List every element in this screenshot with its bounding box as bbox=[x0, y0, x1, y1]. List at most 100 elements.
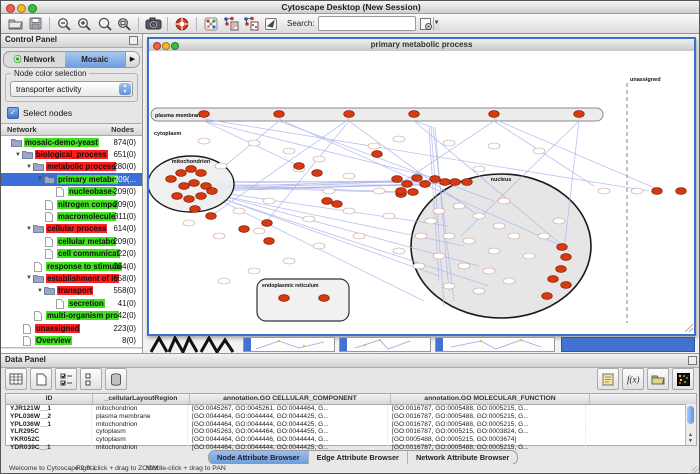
network-node[interactable] bbox=[332, 201, 343, 208]
network-node[interactable] bbox=[676, 188, 687, 195]
network-node[interactable] bbox=[172, 193, 183, 200]
network-node[interactable] bbox=[313, 243, 325, 249]
background-window-titlebar[interactable] bbox=[561, 337, 695, 352]
network-node[interactable] bbox=[262, 220, 273, 227]
tab-network-attribute-browser[interactable]: Network Attribute Browser bbox=[408, 451, 517, 464]
new-attribute-icon[interactable] bbox=[30, 368, 52, 390]
network-node[interactable] bbox=[233, 208, 245, 214]
network-node[interactable] bbox=[443, 233, 455, 239]
network-edge[interactable] bbox=[401, 121, 494, 183]
network-node[interactable] bbox=[458, 263, 470, 269]
tree-row[interactable]: ▼primary metabo209(... bbox=[1, 173, 142, 185]
table-grid-icon[interactable] bbox=[5, 368, 27, 390]
notes-icon[interactable] bbox=[597, 368, 619, 390]
search-field[interactable] bbox=[319, 17, 433, 30]
network-node[interactable] bbox=[557, 244, 568, 251]
network-node[interactable] bbox=[189, 180, 200, 187]
network-node[interactable] bbox=[409, 111, 420, 118]
network-node[interactable] bbox=[274, 111, 285, 118]
table-row[interactable]: YLR295Ccytoplasm[GO:0045263, GO:0044464,… bbox=[6, 428, 696, 436]
network-node[interactable] bbox=[196, 193, 207, 200]
function-builder-icon[interactable]: f(x) bbox=[622, 368, 644, 390]
table-row[interactable]: YPL036W__1mitochondrion[GO:0044464, GO:0… bbox=[6, 420, 696, 428]
search-options-icon[interactable] bbox=[417, 16, 435, 32]
network-node[interactable] bbox=[312, 170, 323, 177]
network-node[interactable] bbox=[383, 213, 395, 219]
network-node[interactable] bbox=[248, 268, 260, 274]
network-node[interactable] bbox=[598, 188, 610, 194]
table-row[interactable]: YPL036W__2plasma membrane[GO:0044464, GO… bbox=[6, 413, 696, 421]
column-header[interactable]: annotation.GO CELLULAR_COMPONENT bbox=[190, 394, 391, 404]
network-node[interactable] bbox=[652, 188, 663, 195]
network-node[interactable] bbox=[368, 143, 380, 149]
network-node[interactable] bbox=[207, 188, 218, 195]
network-node[interactable] bbox=[433, 208, 445, 214]
network-node[interactable] bbox=[353, 233, 365, 239]
zoom-in-icon[interactable] bbox=[75, 16, 93, 32]
float-panel-icon[interactable] bbox=[688, 356, 697, 365]
select-attributes-icon[interactable] bbox=[55, 368, 77, 390]
network-node[interactable] bbox=[253, 228, 265, 234]
resize-grip[interactable] bbox=[692, 466, 700, 474]
disclosure-triangle-icon[interactable]: ▼ bbox=[25, 226, 33, 232]
tree-row[interactable]: cellular metabo209(0) bbox=[1, 235, 142, 247]
select-nodes-checkbox[interactable]: ✓ bbox=[7, 107, 19, 119]
disclosure-triangle-icon[interactable]: ▼ bbox=[14, 152, 22, 158]
network-node[interactable] bbox=[179, 183, 190, 190]
network-node[interactable] bbox=[473, 288, 485, 294]
network-node[interactable] bbox=[323, 188, 335, 194]
table-row[interactable]: YKR052Ccytoplasm[GO:0044464, GO:0044446,… bbox=[6, 436, 696, 444]
background-network-thumbnail[interactable] bbox=[339, 337, 431, 352]
network-node[interactable] bbox=[412, 175, 423, 182]
network-node[interactable] bbox=[498, 198, 510, 204]
network-node[interactable] bbox=[264, 238, 275, 245]
tree-row[interactable]: cell communicat22(0) bbox=[1, 248, 142, 260]
network-overview-icon[interactable] bbox=[202, 16, 220, 32]
network-node[interactable] bbox=[420, 181, 431, 188]
window-titlebar[interactable]: Cytoscape Desktop (New Session) bbox=[1, 1, 700, 14]
zoom-fit-icon[interactable] bbox=[115, 16, 133, 32]
network-node[interactable] bbox=[313, 156, 325, 162]
network-node[interactable] bbox=[206, 213, 217, 220]
network-node[interactable] bbox=[343, 208, 355, 214]
network-node[interactable] bbox=[523, 253, 535, 259]
network-node[interactable] bbox=[415, 233, 427, 239]
network-node[interactable] bbox=[503, 278, 515, 284]
network-node[interactable] bbox=[548, 276, 559, 283]
tree-row[interactable]: response to stimulu264(0) bbox=[1, 260, 142, 272]
network-node[interactable] bbox=[190, 206, 201, 213]
network-node[interactable] bbox=[574, 111, 585, 118]
tab-network[interactable]: ⦿Network bbox=[4, 52, 65, 67]
minimized-window-glyphs[interactable] bbox=[149, 336, 244, 353]
open-file-icon[interactable] bbox=[6, 16, 24, 32]
network-node[interactable] bbox=[392, 176, 403, 183]
tab-mosaic[interactable]: Mosaic bbox=[65, 52, 126, 67]
network-node[interactable] bbox=[196, 170, 207, 177]
help-lifering-icon[interactable] bbox=[173, 16, 191, 32]
save-icon[interactable] bbox=[26, 16, 44, 32]
network-node[interactable] bbox=[453, 203, 465, 209]
network-node[interactable] bbox=[425, 218, 437, 224]
delete-attribute-icon[interactable] bbox=[105, 368, 127, 390]
column-header[interactable]: annotation.GO MOLECULAR_FUNCTION bbox=[391, 394, 590, 404]
network-node[interactable] bbox=[508, 233, 520, 239]
network-node[interactable] bbox=[344, 111, 355, 118]
network-edge[interactable] bbox=[204, 121, 447, 181]
tree-row[interactable]: ▼transport558(0) bbox=[1, 285, 142, 297]
network-node[interactable] bbox=[283, 258, 295, 264]
network-node[interactable] bbox=[553, 218, 565, 224]
network-node[interactable] bbox=[561, 282, 572, 289]
network-node[interactable] bbox=[538, 233, 550, 239]
attribute-table-header[interactable]: ID_cellularLayoutRegionannotation.GO CEL… bbox=[6, 394, 696, 405]
tab-node-attribute-browser[interactable]: Node Attribute Browser bbox=[209, 451, 309, 464]
tab-edge-attribute-browser[interactable]: Edge Attribute Browser bbox=[309, 451, 408, 464]
float-panel-icon[interactable] bbox=[129, 36, 138, 45]
network-node[interactable] bbox=[393, 248, 405, 254]
disclosure-triangle-icon[interactable]: ▼ bbox=[36, 176, 44, 182]
tree-row[interactable]: ▼metabolic process280(0) bbox=[1, 161, 142, 173]
network-node[interactable] bbox=[561, 254, 572, 261]
network-node[interactable] bbox=[248, 140, 260, 146]
snapshot-camera-icon[interactable] bbox=[144, 16, 162, 32]
network-node[interactable] bbox=[493, 223, 505, 229]
column-header[interactable]: ID bbox=[6, 394, 93, 404]
